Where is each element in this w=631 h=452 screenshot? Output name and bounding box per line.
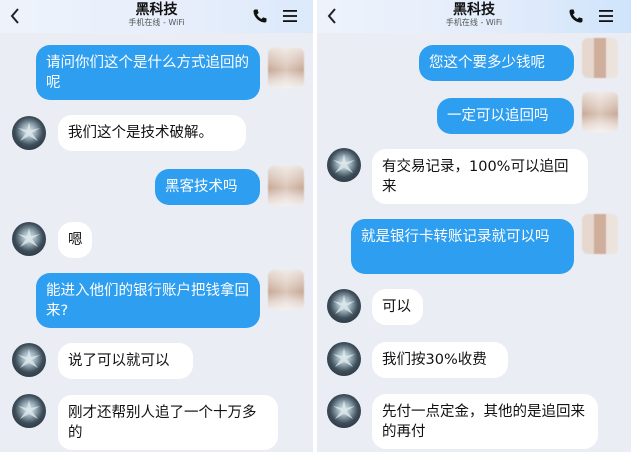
avatar[interactable] [327, 342, 361, 376]
avatar[interactable] [12, 116, 46, 150]
avatar[interactable] [12, 222, 46, 256]
avatar[interactable] [12, 343, 46, 377]
avatar[interactable] [327, 289, 361, 323]
message-bubble[interactable]: 先付一点定金，其他的是追回来的再付 [372, 394, 598, 449]
message-bubble[interactable]: 您这个要多少钱呢 [419, 45, 574, 81]
avatar[interactable] [582, 92, 618, 132]
message-bubble[interactable]: 说了可以就可以 [58, 343, 193, 379]
message-bubble[interactable]: 一定可以追回吗 [437, 98, 574, 134]
avatar[interactable] [327, 394, 361, 428]
avatar[interactable] [268, 270, 304, 310]
message-bubble[interactable]: 我们这个是技术破解。 [58, 115, 246, 151]
message-bubble[interactable]: 可以 [372, 289, 423, 325]
message-bubble[interactable]: 我们按30%收费 [372, 342, 508, 378]
avatar[interactable] [268, 48, 304, 88]
avatar[interactable] [268, 166, 304, 206]
chat-header: 黑科技 手机在线 - WiFi [317, 0, 631, 33]
menu-icon[interactable] [282, 9, 298, 23]
avatar[interactable] [582, 38, 618, 78]
avatar[interactable] [327, 148, 361, 182]
phone-icon[interactable] [252, 8, 268, 24]
chat-header: 黑科技 手机在线 - WiFi [0, 0, 313, 33]
phone-icon[interactable] [568, 8, 584, 24]
chat-panel-right: 黑科技 手机在线 - WiFi 您这个要多少钱呢 一定可以追回吗 有交易记录，1… [317, 0, 631, 452]
message-bubble[interactable]: 嗯 [58, 222, 92, 258]
message-bubble[interactable]: 刚才还帮别人追了一个十万多的 [58, 395, 278, 450]
menu-icon[interactable] [598, 9, 614, 23]
message-bubble[interactable]: 就是银行卡转账记录就可以吗 [351, 219, 574, 274]
message-bubble[interactable]: 有交易记录，100%可以追回来 [372, 149, 588, 204]
message-bubble[interactable]: 黑客技术吗 [155, 169, 260, 205]
chat-panel-left: 黑科技 手机在线 - WiFi 请问你们这个是什么方式追回的呢 我们这个是技术破… [0, 0, 313, 452]
message-bubble[interactable]: 请问你们这个是什么方式追回的呢 [36, 45, 260, 100]
avatar[interactable] [582, 214, 618, 254]
avatar[interactable] [12, 394, 46, 428]
message-bubble[interactable]: 能进入他们的银行账户把钱拿回来? [36, 273, 260, 328]
